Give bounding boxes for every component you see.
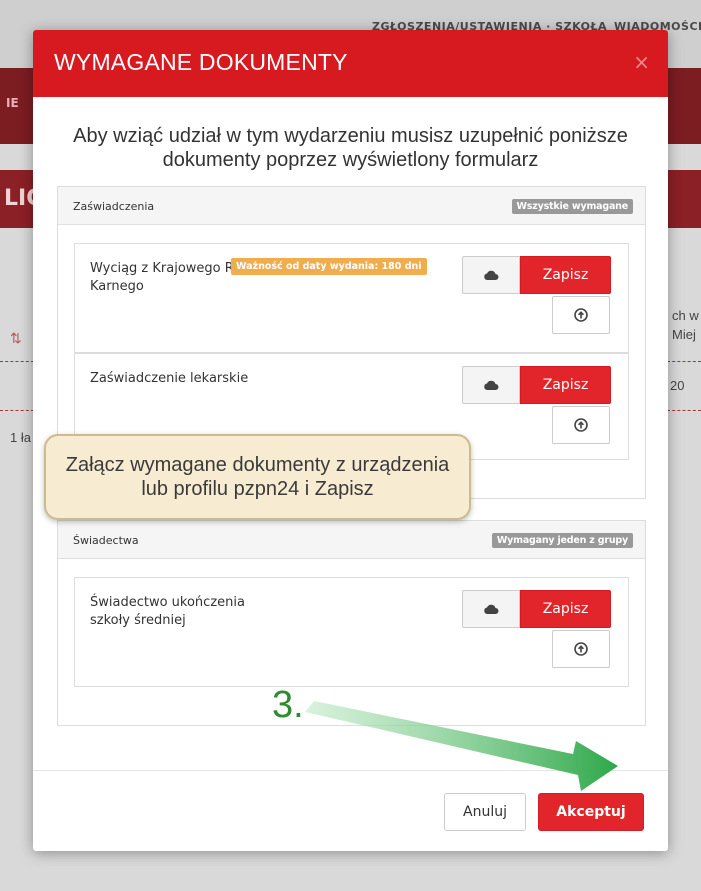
section-header: Świadectwa Wymagany jeden z grupy [58,521,645,559]
cloud-icon [484,604,499,614]
profile-cloud-button[interactable] [462,256,520,294]
section-header: Zaświadczenia Wszystkie wymagane [58,187,645,225]
background-divider [667,410,701,411]
document-name: Świadectwo ukończenia szkoły średniej [90,595,245,628]
background-col-header-1: ch w [672,308,699,323]
background-divider [0,410,34,411]
validity-badge: Ważność od daty wydania: 180 dni [231,258,427,275]
section-swiadectwa: Świadectwa Wymagany jeden z grupy Świade… [57,520,646,726]
save-button[interactable]: Zapisz [520,590,611,628]
step-number: 3. [272,684,304,726]
cancel-button[interactable]: Anuluj [444,793,526,831]
tutorial-callout: Załącz wymagane dokumenty z urządzenia l… [44,434,471,520]
footer-divider [33,770,668,771]
section-title: Świadectwa [73,534,139,547]
document-item: Świadectwo ukończenia szkoły średniej Za… [74,577,629,687]
profile-cloud-button[interactable] [462,590,520,628]
background-col-header-2: Miej [672,327,696,342]
requirement-badge: Wymagany jeden z grupy [491,533,633,548]
cloud-icon [484,270,499,280]
modal-intro-text: Aby wziąć udział w tym wydarzeniu musisz… [73,125,628,171]
background-band-text: IE [6,96,19,110]
upload-icon [574,418,588,432]
background-divider [667,361,701,362]
background-divider [0,361,34,362]
section-title: Zaświadczenia [73,200,155,213]
upload-button[interactable] [552,630,610,668]
close-icon[interactable]: × [633,50,650,74]
profile-cloud-button[interactable] [462,366,520,404]
upload-icon [574,642,588,656]
document-name: Zaświadczenie lekarskie [90,371,249,386]
cloud-icon [484,380,499,390]
upload-icon [574,308,588,322]
upload-button[interactable] [552,406,610,444]
modal-header: WYMAGANE DOKUMENTY × [33,30,668,97]
save-button[interactable]: Zapisz [520,256,611,294]
background-cell: 20 [670,378,685,393]
modal-title: WYMAGANE DOKUMENTY [54,49,348,75]
background-sort-icon: ⇅ [10,330,22,346]
accept-button[interactable]: Akceptuj [538,793,644,831]
requirement-badge: Wszystkie wymagane [511,199,633,214]
background-left-text: 1 ła [10,430,31,445]
save-button[interactable]: Zapisz [520,366,611,404]
document-item: Wyciąg z Krajowego Rejestru Karnego Ważn… [74,243,629,353]
upload-button[interactable] [552,296,610,334]
